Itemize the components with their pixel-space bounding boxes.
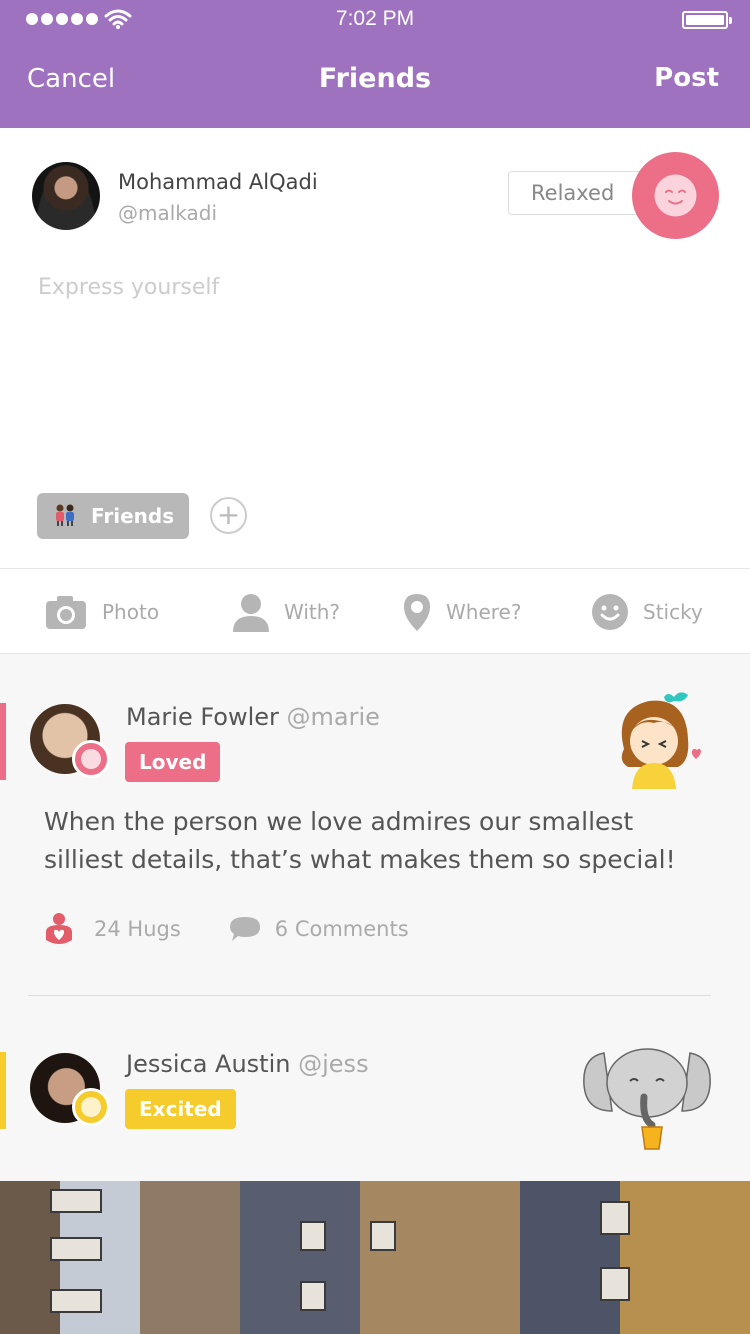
mood-indicator-bar xyxy=(0,703,6,780)
add-audience-button[interactable]: + xyxy=(210,497,247,534)
loved-face-icon xyxy=(72,740,110,778)
post-author[interactable]: Jessica Austin @jess xyxy=(126,1050,369,1078)
status-bar: 7:02 PM xyxy=(0,0,750,40)
audience-label: Friends xyxy=(91,504,175,528)
mood-button[interactable] xyxy=(632,152,719,239)
author-handle: @jess xyxy=(298,1050,369,1078)
camera-icon xyxy=(46,596,86,629)
post-photo[interactable] xyxy=(0,1181,750,1334)
battery-icon xyxy=(682,11,732,29)
avatar[interactable] xyxy=(32,162,100,230)
where-button[interactable]: Where? xyxy=(402,569,521,655)
feed-post: Marie Fowler @marie Loved When the perso… xyxy=(0,655,750,996)
user-name: Mohammad AlQadi xyxy=(118,170,318,194)
location-pin-icon xyxy=(404,594,430,631)
sticky-button[interactable]: Sticky xyxy=(591,569,703,655)
post-meta: 24 Hugs 6 Comments xyxy=(44,912,409,946)
with-label: With? xyxy=(284,600,341,624)
mood-indicator-bar xyxy=(0,1052,6,1129)
user-handle: @malkadi xyxy=(118,201,218,225)
relaxed-face-icon xyxy=(654,174,697,217)
person-icon xyxy=(233,594,269,632)
sticky-label: Sticky xyxy=(643,600,703,624)
post-text-input[interactable]: Express yourself xyxy=(38,275,219,300)
photo-button[interactable]: Photo xyxy=(44,569,159,655)
people-icon xyxy=(56,504,74,526)
comment-count[interactable]: 6 Comments xyxy=(275,917,409,941)
attachment-toolbar: Photo With? Where? Sticky xyxy=(0,568,750,654)
post-author[interactable]: Marie Fowler @marie xyxy=(126,703,380,731)
shy-girl-sticker xyxy=(621,692,701,789)
comment-icon xyxy=(229,917,260,941)
post-button[interactable]: Post xyxy=(654,63,719,93)
status-time: 7:02 PM xyxy=(335,7,415,30)
author-name: Jessica Austin xyxy=(126,1050,291,1078)
post-divider xyxy=(28,995,711,996)
excited-face-icon xyxy=(72,1088,110,1126)
photo-label: Photo xyxy=(102,600,160,624)
author-name: Marie Fowler xyxy=(126,703,279,731)
post-text: When the person we love admires our smal… xyxy=(44,807,676,874)
hug-icon xyxy=(46,913,72,944)
audience-button[interactable]: Friends xyxy=(37,493,189,539)
elephant-drink-sticker xyxy=(583,1048,711,1150)
top-bar: 7:02 PM Cancel Friends Post xyxy=(0,0,750,128)
hug-count[interactable]: 24 Hugs xyxy=(94,917,181,941)
composer: Mohammad AlQadi @malkadi Relaxed Express… xyxy=(0,128,750,568)
with-button[interactable]: With? xyxy=(232,569,340,655)
page-title: Friends xyxy=(318,63,432,94)
mood-tag: Loved xyxy=(125,742,221,782)
mood-tag: Excited xyxy=(125,1089,236,1129)
where-label: Where? xyxy=(446,600,522,624)
feed-post: Jessica Austin @jess Excited xyxy=(0,997,750,1181)
author-handle: @marie xyxy=(286,703,380,731)
smiley-icon xyxy=(592,594,628,630)
